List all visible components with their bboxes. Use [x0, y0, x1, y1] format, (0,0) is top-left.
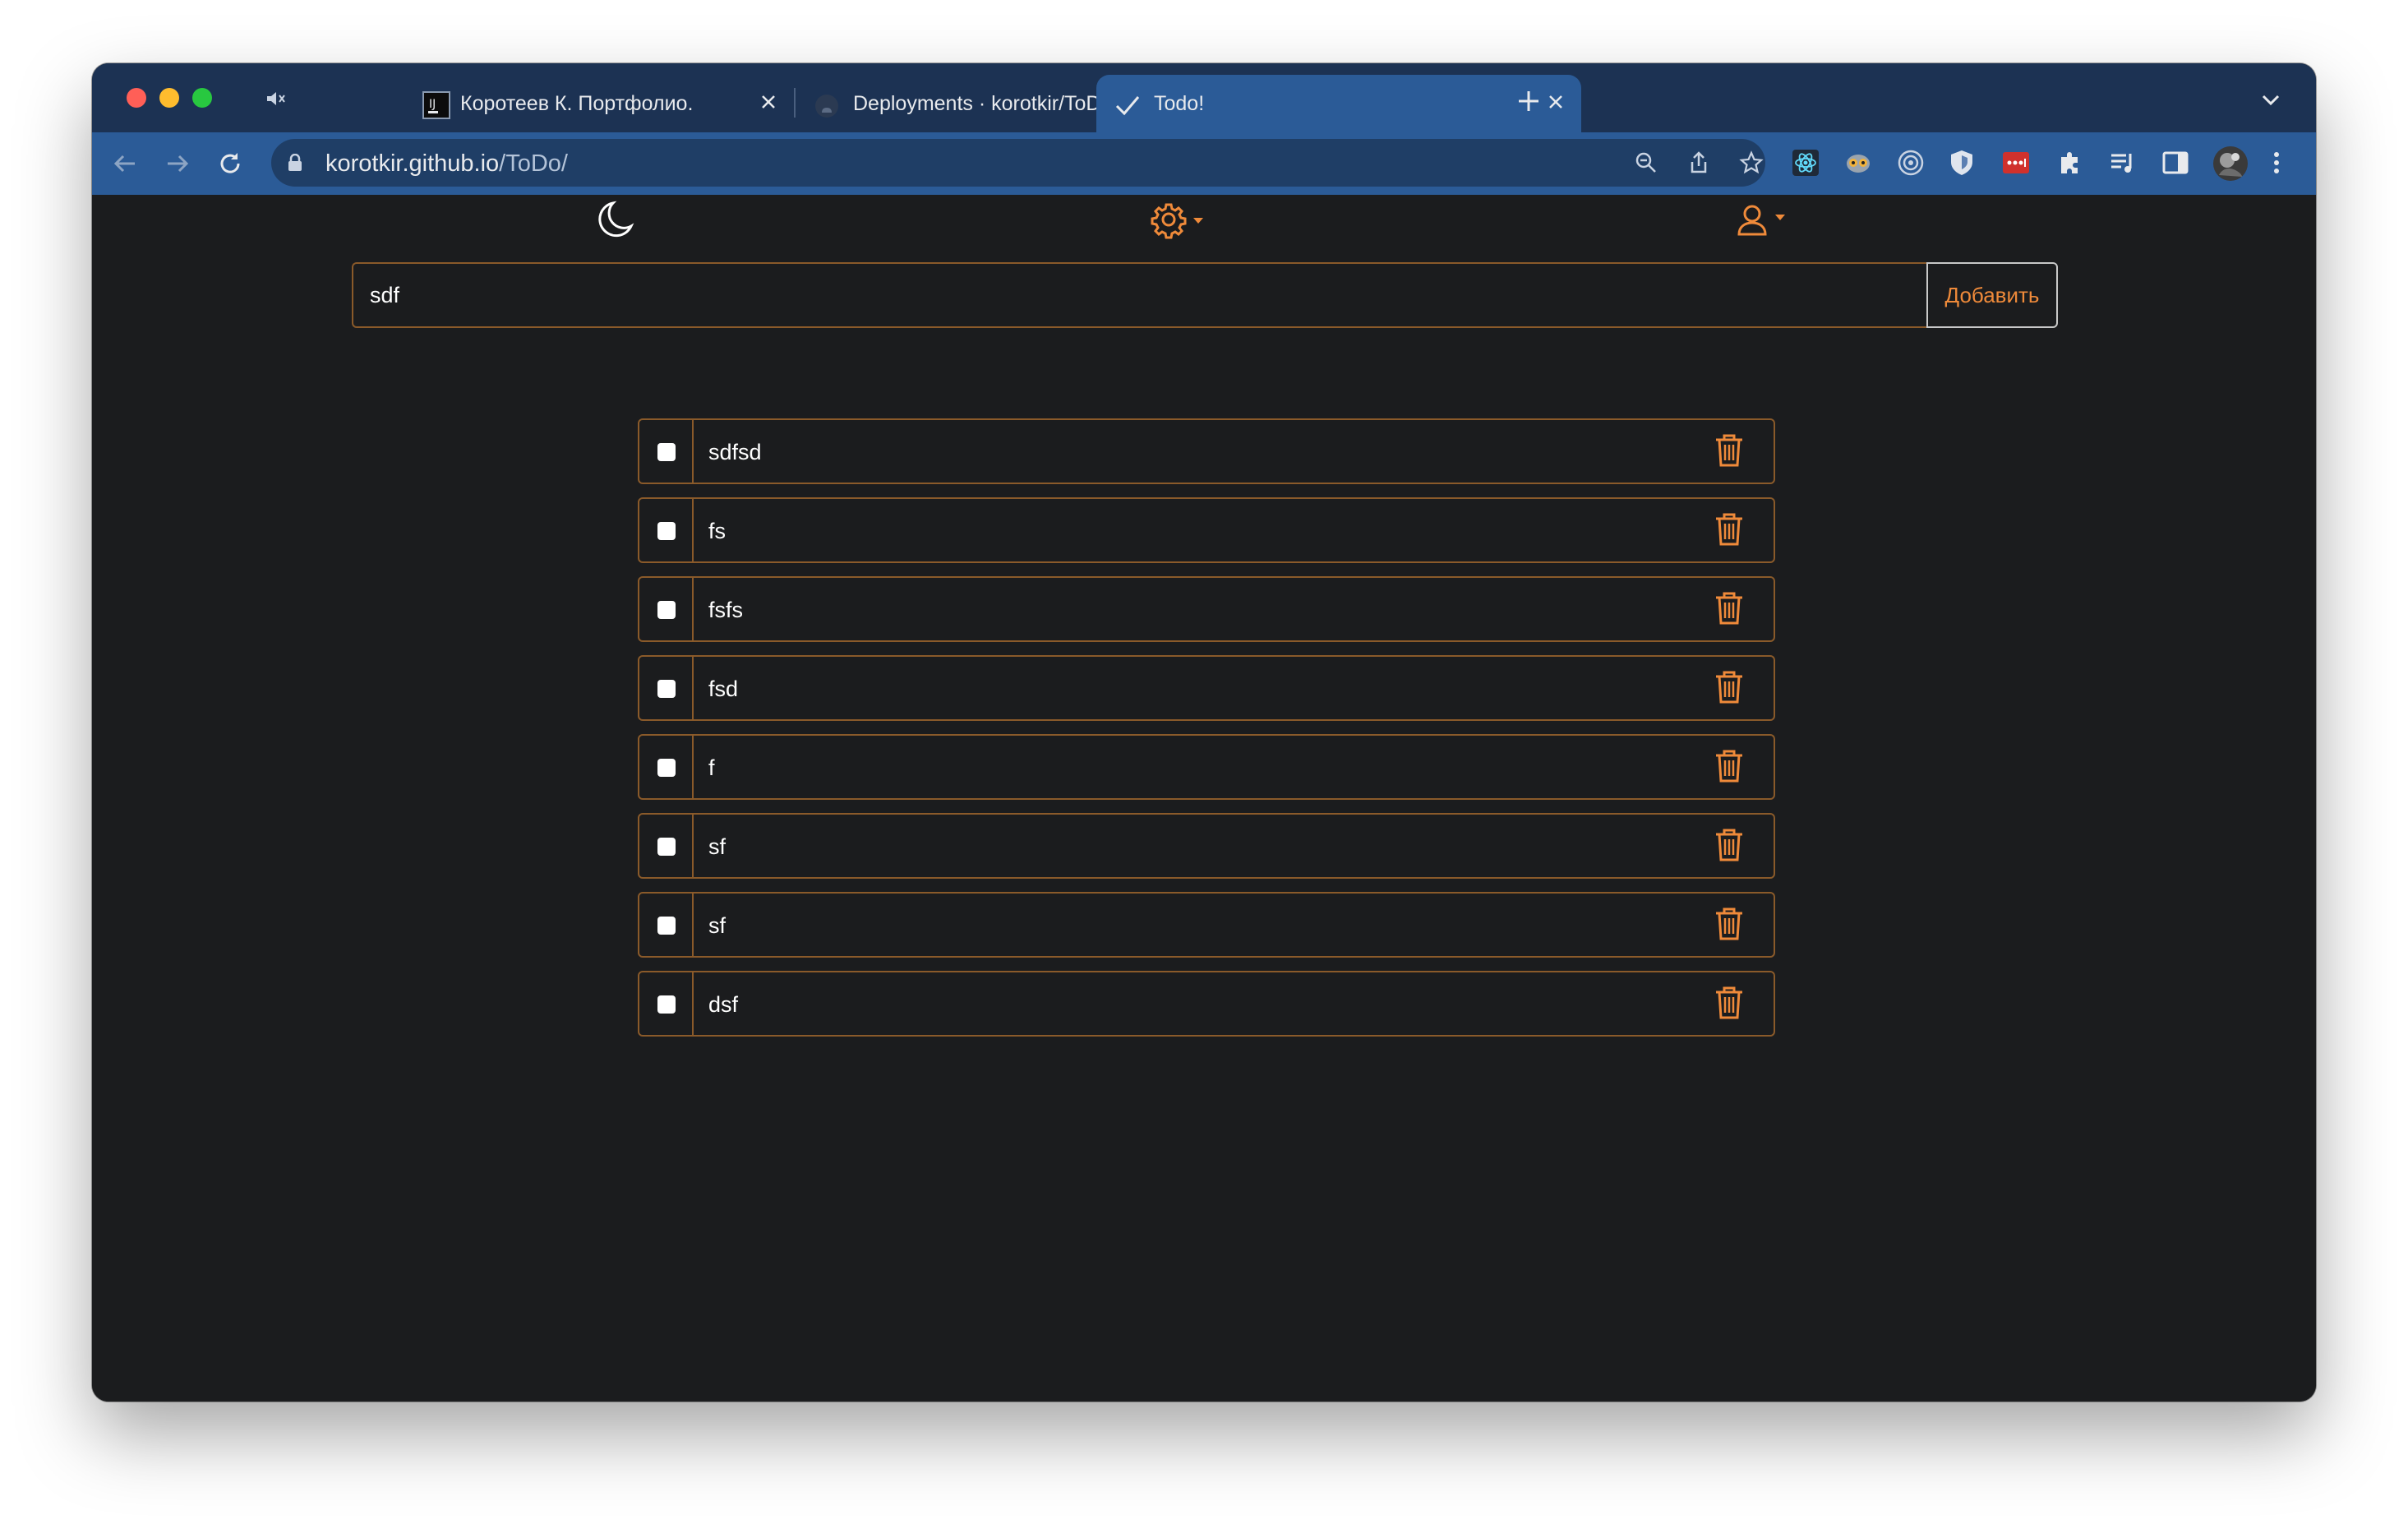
todo-text: f [708, 755, 715, 780]
target-extension-icon[interactable] [1897, 149, 1925, 177]
todo-item: fsfs [638, 576, 1775, 642]
browser-toolbar: korotkir.github.io/ToDo/ [92, 132, 2316, 195]
tab-label: Deployments · korotkir/ToDo [853, 92, 1113, 115]
add-todo-form: Добавить [352, 262, 2058, 328]
trash-icon[interactable] [1714, 828, 1744, 862]
todo-checkbox-cell [639, 499, 694, 561]
close-tab-icon[interactable] [1547, 93, 1565, 111]
kebab-menu-icon[interactable] [2272, 149, 2281, 177]
todo-app: Добавить sdfsdfsfsfsfsdfsfsfdsf 8 [92, 195, 2316, 1402]
trash-icon[interactable] [1714, 749, 1744, 783]
todo-checkbox-cell [639, 420, 694, 483]
todo-text: fsfs [708, 598, 744, 622]
trash-icon[interactable] [1714, 433, 1744, 468]
todo-checkbox-cell [639, 815, 694, 877]
moon-icon[interactable] [597, 200, 634, 241]
extensions-puzzle-icon[interactable] [2056, 149, 2084, 177]
speaker-mute-icon[interactable] [265, 90, 288, 108]
todo-text: sf [708, 834, 727, 859]
gear-icon[interactable] [1151, 200, 1210, 239]
todo-checkbox[interactable] [657, 917, 676, 935]
lock-icon[interactable] [288, 154, 302, 172]
shield-icon[interactable] [1948, 149, 1976, 177]
todo-text: fsd [708, 677, 739, 701]
todo-checkbox[interactable] [657, 443, 676, 461]
todo-text: fs [708, 519, 727, 543]
todo-item: sdfsd [638, 418, 1775, 484]
todo-checkbox-cell [639, 578, 694, 640]
close-window-button[interactable] [127, 88, 146, 108]
minimize-window-button[interactable] [159, 88, 179, 108]
todo-item: fs [638, 497, 1775, 563]
zoom-window-button[interactable] [192, 88, 212, 108]
profile-avatar[interactable] [2212, 145, 2249, 182]
new-tab-plus-icon[interactable] [1515, 88, 1542, 114]
tab-strip: IJ Коротеев К. Портфолио. Deployments · … [92, 63, 2316, 132]
todo-checkbox[interactable] [657, 759, 676, 777]
trash-icon[interactable] [1714, 986, 1744, 1020]
todo-checkbox[interactable] [657, 838, 676, 856]
url-text[interactable]: korotkir.github.io/ToDo/ [325, 150, 568, 178]
address-bar[interactable]: korotkir.github.io/ToDo/ [271, 139, 1765, 187]
todo-checkbox-cell [639, 972, 694, 1035]
todo-checkbox-cell [639, 657, 694, 719]
todo-item: sf [638, 892, 1775, 958]
share-icon[interactable] [1686, 150, 1711, 175]
todo-text: sdfsd [708, 440, 762, 464]
url-host: korotkir.github.io [325, 150, 500, 177]
todo-checkbox[interactable] [657, 995, 676, 1014]
browser-window: IJ Коротеев К. Портфолио. Deployments · … [92, 63, 2316, 1402]
add-button[interactable]: Добавить [1926, 262, 2058, 328]
chevron-down-icon[interactable] [2260, 91, 2281, 108]
tab-label: Коротеев К. Портфолио. [460, 92, 694, 115]
todo-list: sdfsd fs fsfs fsd f sf sf dsf [638, 418, 1775, 1050]
side-panel-icon[interactable] [2161, 149, 2189, 177]
todo-checkbox-cell [639, 894, 694, 956]
trash-icon[interactable] [1714, 512, 1744, 547]
lastpass-icon[interactable] [2002, 149, 2030, 177]
svg-text:IJ: IJ [429, 98, 436, 111]
url-path: /ToDo/ [499, 150, 568, 177]
todo-checkbox[interactable] [657, 522, 676, 540]
todo-item: sf [638, 813, 1775, 879]
forward-arrow-icon[interactable] [163, 149, 192, 178]
user-icon[interactable] [1736, 203, 1795, 239]
todo-checkbox-cell [639, 736, 694, 798]
todo-checkbox[interactable] [657, 680, 676, 698]
todo-text: sf [708, 913, 727, 938]
owl-extension-icon[interactable] [1844, 149, 1872, 177]
todo-item: dsf [638, 971, 1775, 1037]
trash-icon[interactable] [1714, 670, 1744, 704]
checkmark-favicon-icon [1115, 96, 1140, 116]
todo-item: fsd [638, 655, 1775, 721]
jetbrains-favicon-icon: IJ [422, 91, 450, 119]
todo-item: f [638, 734, 1775, 800]
github-favicon-icon [815, 95, 838, 118]
media-playlist-icon[interactable] [2109, 149, 2137, 177]
new-todo-input[interactable] [352, 262, 1926, 328]
todo-checkbox[interactable] [657, 601, 676, 619]
react-devtools-icon[interactable] [1792, 149, 1820, 177]
tab-deployments[interactable]: Deployments · korotkir/ToDo [717, 75, 1169, 132]
bookmark-star-icon[interactable] [1739, 150, 1764, 175]
tab-label: Todo! [1154, 92, 1205, 115]
trash-icon[interactable] [1714, 591, 1744, 626]
todo-text: dsf [708, 992, 739, 1017]
trash-icon[interactable] [1714, 907, 1744, 941]
back-arrow-icon[interactable] [110, 149, 140, 178]
tab-todo[interactable]: Todo! [1096, 75, 1581, 132]
zoom-icon[interactable] [1634, 150, 1658, 175]
reload-icon[interactable] [215, 149, 245, 178]
